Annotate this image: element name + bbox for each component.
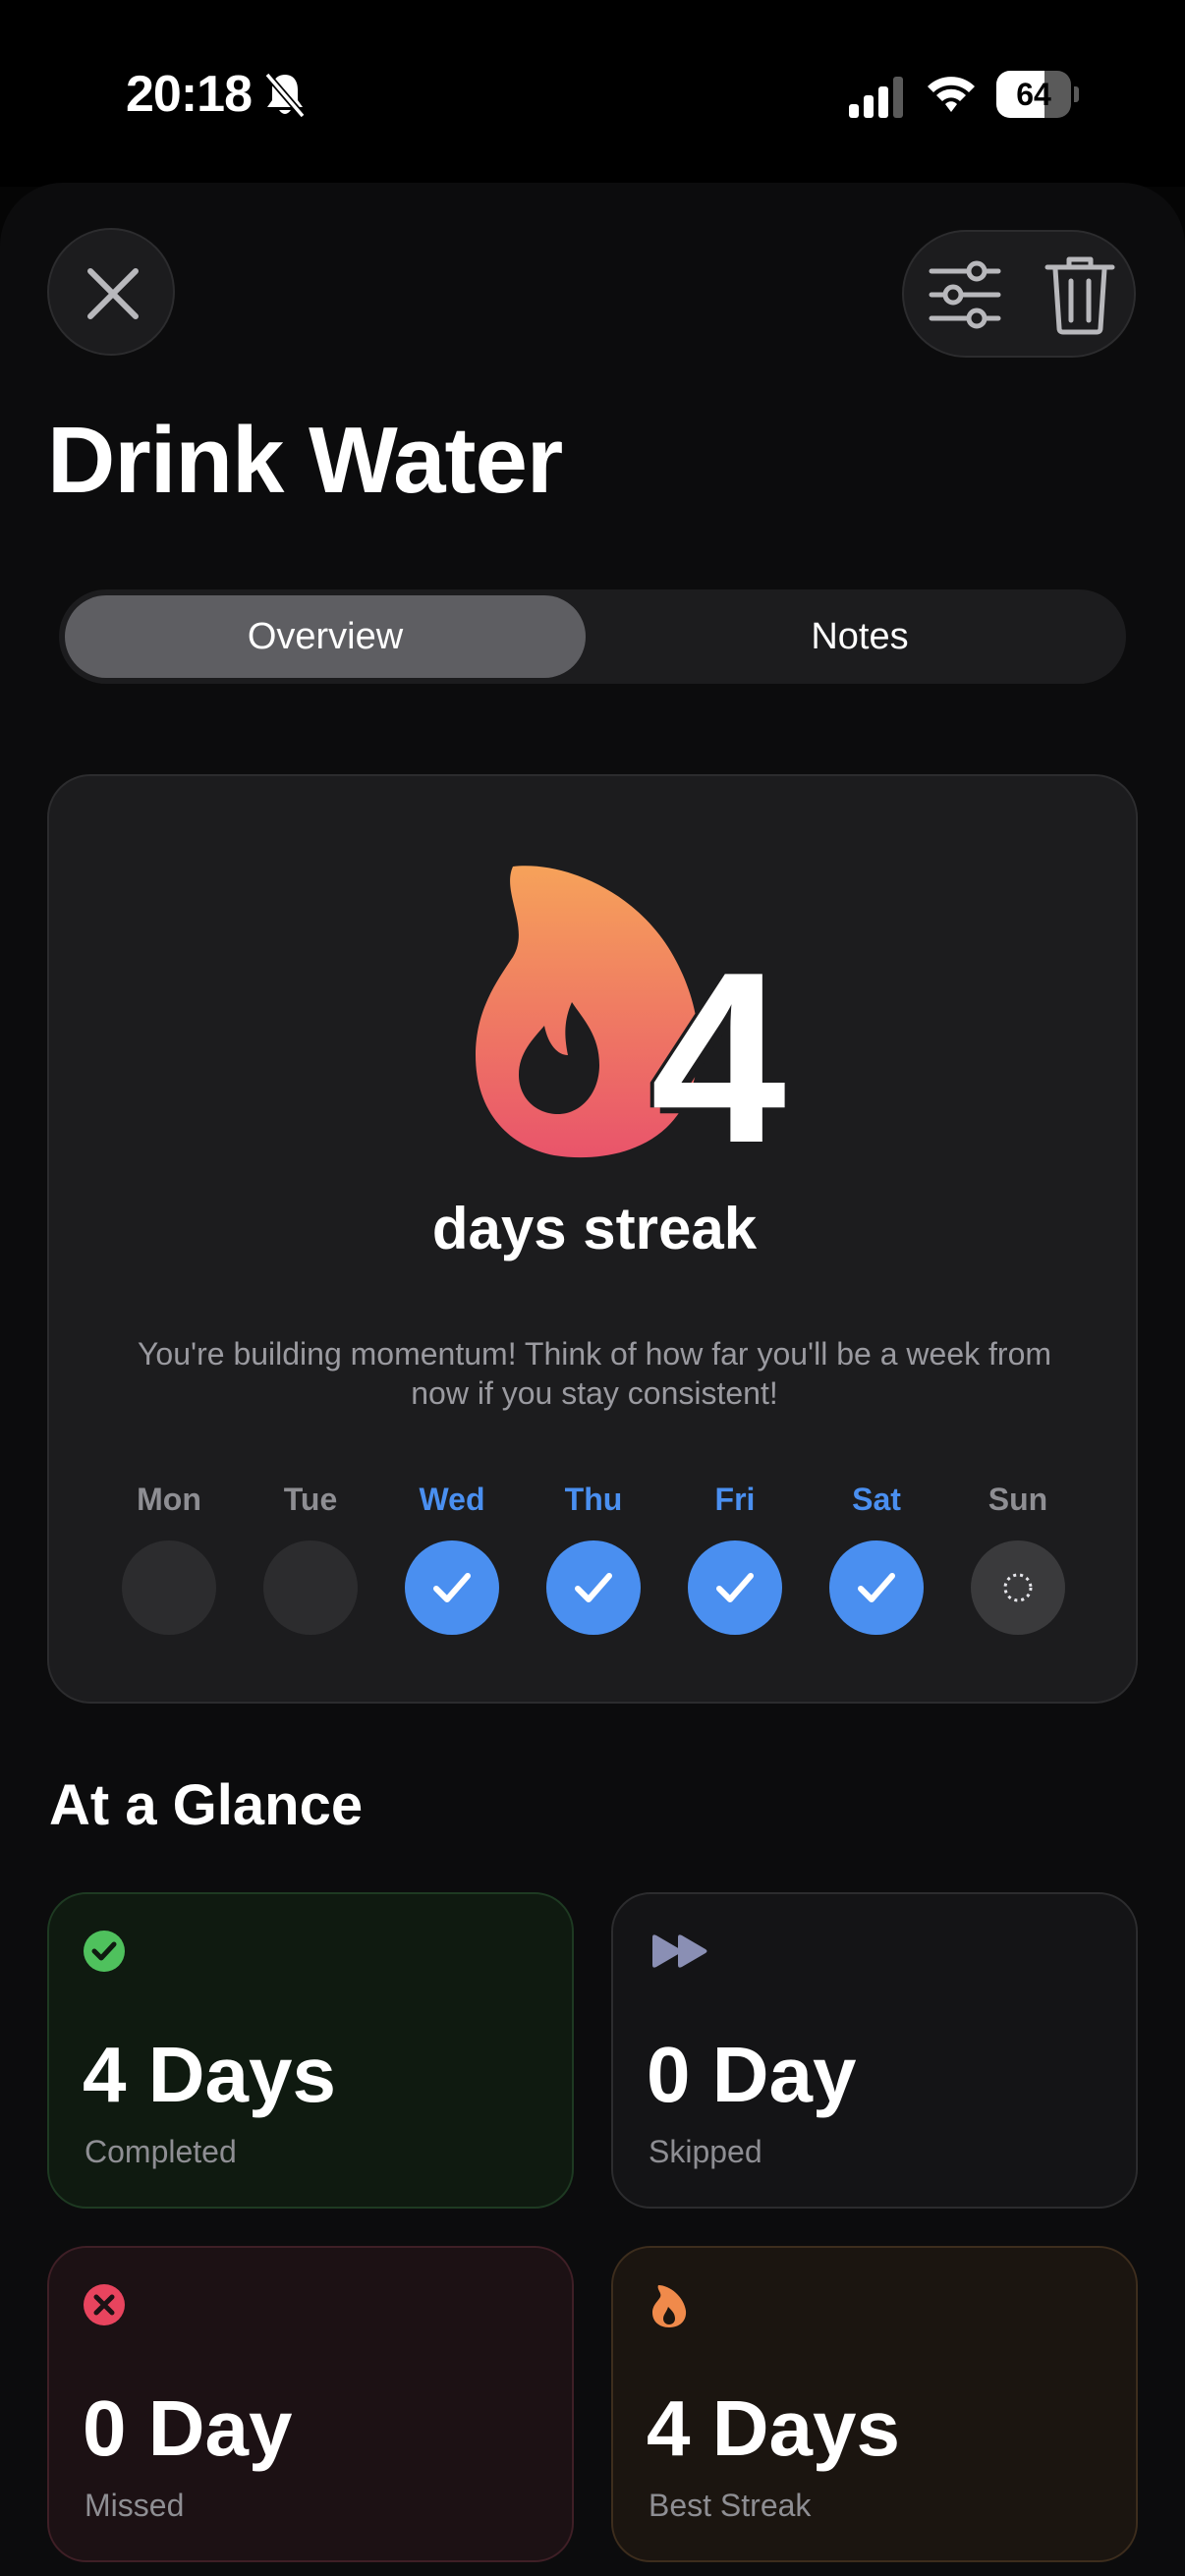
checkmark-circle-icon bbox=[84, 1931, 125, 1972]
close-button[interactable] bbox=[47, 228, 175, 356]
stat-card-skipped: 0 Day Skipped bbox=[611, 1892, 1138, 2209]
stat-label: Skipped bbox=[649, 2134, 762, 2169]
trash-icon[interactable] bbox=[1042, 253, 1118, 336]
stat-value: 4 Days bbox=[647, 2384, 900, 2472]
wifi-icon bbox=[928, 77, 975, 112]
day-label: Wed bbox=[419, 1482, 485, 1517]
fast-forward-icon bbox=[652, 1934, 707, 1968]
checkmark-icon bbox=[716, 1573, 754, 1602]
tab-notes[interactable]: Notes bbox=[599, 589, 1120, 684]
day-label: Tue bbox=[283, 1482, 338, 1517]
stat-value: 0 Day bbox=[83, 2384, 293, 2472]
battery-percent: 64 bbox=[1016, 77, 1051, 112]
section-title-at-a-glance: At a Glance bbox=[49, 1773, 364, 1837]
day-label: Mon bbox=[137, 1482, 201, 1517]
day-label: Sat bbox=[852, 1482, 901, 1517]
streak-count: 4 bbox=[650, 921, 786, 1194]
stat-label: Missed bbox=[85, 2488, 185, 2523]
checkmark-icon bbox=[433, 1573, 471, 1602]
page-title: Drink Water bbox=[47, 408, 563, 513]
stat-value: 4 Days bbox=[83, 2031, 336, 2118]
day-tue: Tue bbox=[263, 1480, 358, 1635]
day-status-circle[interactable] bbox=[263, 1540, 358, 1635]
stat-label: Completed bbox=[85, 2134, 237, 2169]
day-sun: Sun bbox=[971, 1480, 1065, 1635]
stat-card-best-streak: 4 Days Best Streak bbox=[611, 2246, 1138, 2562]
checkmark-icon bbox=[575, 1573, 612, 1602]
tab-overview[interactable]: Overview bbox=[65, 589, 586, 684]
day-fri: Fri bbox=[688, 1480, 782, 1635]
flame-icon bbox=[652, 2285, 687, 2327]
status-time: 20:18 bbox=[126, 66, 253, 123]
streak-message: You're building momentum! Think of how f… bbox=[137, 1336, 1052, 1411]
sliders-icon[interactable] bbox=[926, 257, 1004, 332]
day-label: Fri bbox=[714, 1482, 756, 1517]
dashed-circle-icon bbox=[1003, 1573, 1033, 1602]
day-status-circle[interactable] bbox=[688, 1540, 782, 1635]
bell-muted-icon bbox=[264, 72, 306, 119]
cellular-signal-icon bbox=[849, 77, 903, 118]
day-wed: Wed bbox=[405, 1480, 499, 1635]
day-label: Thu bbox=[564, 1482, 623, 1517]
stat-card-missed: 0 Day Missed bbox=[47, 2246, 574, 2562]
day-status-circle[interactable] bbox=[971, 1540, 1065, 1635]
streak-label: days streak bbox=[431, 1196, 758, 1261]
stat-label: Best Streak bbox=[649, 2488, 812, 2523]
checkmark-icon bbox=[858, 1573, 895, 1602]
day-status-circle[interactable] bbox=[405, 1540, 499, 1635]
toolbar bbox=[902, 230, 1136, 358]
x-circle-icon bbox=[84, 2284, 125, 2325]
streak-card: 4 days streak You're building momentum! … bbox=[47, 774, 1138, 1704]
segmented-control: Overview Notes bbox=[59, 589, 1126, 684]
day-label: Sun bbox=[988, 1482, 1048, 1517]
battery-indicator: 64 bbox=[996, 71, 1079, 118]
day-status-circle[interactable] bbox=[122, 1540, 216, 1635]
day-status-circle[interactable] bbox=[829, 1540, 924, 1635]
day-thu: Thu bbox=[546, 1480, 641, 1635]
day-mon: Mon bbox=[122, 1480, 216, 1635]
day-status-circle[interactable] bbox=[546, 1540, 641, 1635]
stat-value: 0 Day bbox=[647, 2031, 857, 2118]
status-bar: 20:18 64 bbox=[0, 0, 1185, 187]
close-icon bbox=[87, 268, 139, 319]
stat-card-completed: 4 Days Completed bbox=[47, 1892, 574, 2209]
day-sat: Sat bbox=[829, 1480, 924, 1635]
